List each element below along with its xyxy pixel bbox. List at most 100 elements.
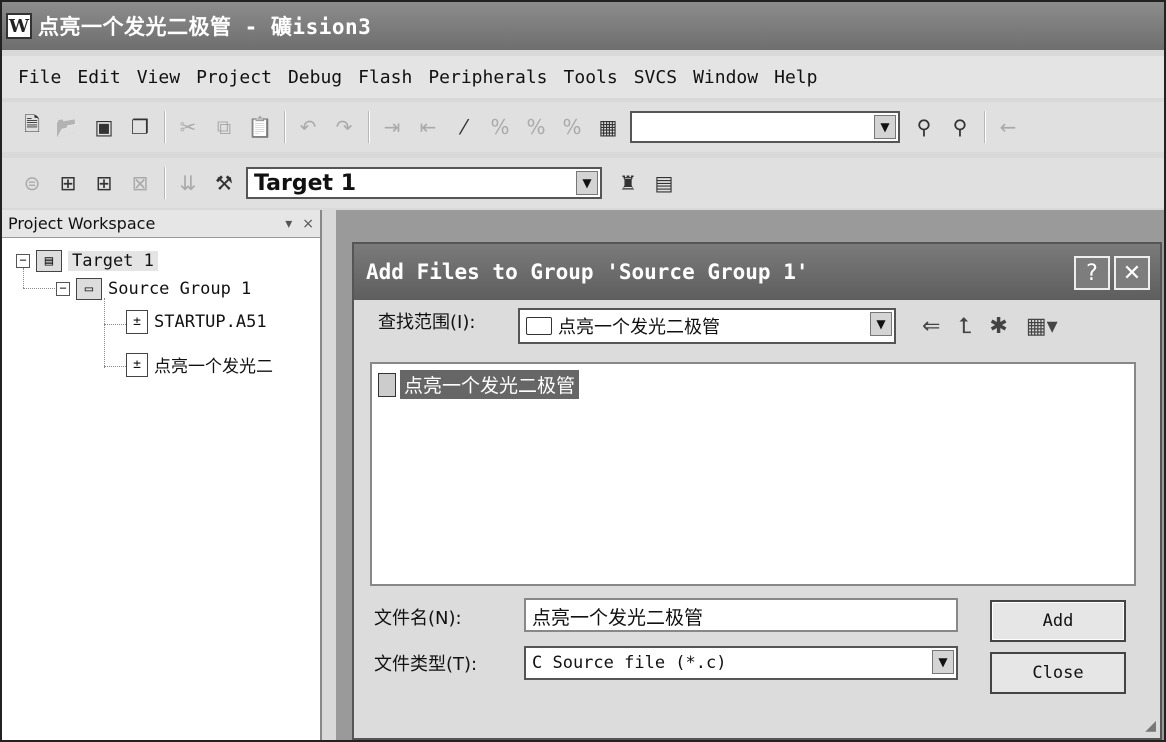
project-workspace: Project Workspace ▾ × − ▤ Target 1 − ▭ S… (2, 210, 322, 740)
build-icon[interactable]: ⊞ (54, 169, 82, 197)
pin-icon[interactable]: ▾ (285, 216, 292, 232)
collapse-icon[interactable]: − (56, 282, 70, 296)
paste-icon[interactable]: 📋 (246, 113, 274, 141)
file-icon (378, 372, 396, 397)
tree-node-file[interactable]: ± 点亮一个发光二 (126, 352, 273, 377)
tree-node-group[interactable]: − ▭ Source Group 1 (56, 278, 251, 300)
list-item[interactable]: 点亮一个发光二极管 (378, 370, 580, 399)
tree-node-file[interactable]: ± STARTUP.A51 (126, 310, 267, 334)
menu-file[interactable]: File (18, 67, 61, 88)
close-icon[interactable]: ✕ (1114, 256, 1150, 290)
options-icon[interactable]: ⚒ (210, 169, 238, 197)
tree-group-label: Source Group 1 (108, 279, 252, 299)
stop-build-icon[interactable]: ⊠ (126, 169, 154, 197)
chevron-down-icon[interactable]: ▼ (870, 312, 892, 336)
target-select[interactable]: Target 1 ▼ (246, 167, 602, 199)
file-type-value: C Source file (*.c) (532, 653, 727, 673)
new-file-icon[interactable]: 🗎 (18, 112, 46, 141)
menu-svcs[interactable]: SVCS (634, 67, 677, 88)
redo-icon[interactable]: ↷ (330, 113, 358, 141)
file-list[interactable]: 点亮一个发光二极管 (370, 362, 1136, 586)
build-toolbar: ⊜ ⊞ ⊞ ⊠ ⇊ ⚒ Target 1 ▼ ♜ ▤ (2, 158, 1164, 208)
menu-peripherals[interactable]: Peripherals (428, 67, 547, 88)
dialog-title-bar: Add Files to Group 'Source Group 1' ? ✕ (354, 244, 1160, 300)
find-icon[interactable]: ⚲ (910, 113, 938, 141)
open-icon[interactable]: 📂 (54, 113, 82, 141)
file-type-row: 文件类型(T): (374, 650, 477, 676)
toolbar-separator (284, 111, 286, 143)
help-icon[interactable]: ? (1074, 256, 1110, 290)
bookmark-icon[interactable]: ⁄ (450, 113, 478, 141)
copy-icon[interactable]: ⧉ (210, 113, 238, 141)
back-icon[interactable]: ← (994, 113, 1022, 141)
workspace-title: Project Workspace (8, 214, 156, 233)
chevron-down-icon[interactable]: ▼ (576, 171, 598, 195)
prev-bookmark-icon[interactable]: % (486, 113, 514, 141)
save-icon[interactable]: ▣ (90, 113, 118, 141)
up-folder-icon[interactable]: ⮤ (958, 314, 971, 339)
menu-edit[interactable]: Edit (77, 67, 120, 88)
file-type-select[interactable]: C Source file (*.c) ▼ (524, 646, 958, 680)
menu-tools[interactable]: Tools (564, 67, 618, 88)
menu-debug[interactable]: Debug (288, 67, 342, 88)
menu-project[interactable]: Project (196, 67, 272, 88)
list-item-label: 点亮一个发光二极管 (400, 370, 580, 399)
tree-target-label: Target 1 (68, 251, 158, 271)
next-bookmark-icon[interactable]: % (522, 113, 550, 141)
look-in-row: 查找范围(I): (378, 308, 475, 334)
target-icon: ▤ (36, 250, 62, 272)
look-in-select[interactable]: 点亮一个发光二极管 ▼ (518, 308, 896, 344)
close-icon[interactable]: × (302, 216, 314, 232)
load-icon[interactable]: ⇊ (174, 169, 202, 197)
toolbar-separator (368, 111, 370, 143)
find-combo[interactable]: ▼ (630, 111, 900, 143)
unindent-icon[interactable]: ⇤ (414, 113, 442, 141)
target-select-value: Target 1 (254, 170, 357, 196)
menu-flash[interactable]: Flash (358, 67, 412, 88)
chevron-down-icon[interactable]: ▼ (874, 115, 896, 139)
file-name-input[interactable]: 点亮一个发光二极管 (524, 598, 958, 632)
project-tree: − ▤ Target 1 − ▭ Source Group 1 ± STARTU… (2, 238, 320, 377)
file-toolbar: 🗎 📂 ▣ ❐ ✂ ⧉ 📋 ↶ ↷ ⇥ ⇤ ⁄ % % % ▦ ▼ ⚲ ⚲ ← (2, 102, 1164, 152)
toolbar-separator (984, 111, 986, 143)
dialog-title: Add Files to Group 'Source Group 1' (366, 260, 809, 284)
resize-grip-icon[interactable]: ◢ (1145, 718, 1156, 734)
dialog-nav: ⇐ ⮤ ✱ ▦▾ (922, 314, 1058, 339)
collapse-icon[interactable]: − (16, 254, 30, 268)
select-device-icon[interactable]: ▤ (650, 169, 678, 197)
folder-icon (526, 317, 552, 335)
source-file-icon: ± (126, 310, 148, 334)
chevron-down-icon[interactable]: ▼ (932, 650, 954, 674)
rebuild-icon[interactable]: ⊞ (90, 169, 118, 197)
manage-components-icon[interactable]: ♜ (614, 169, 642, 197)
workspace-header: Project Workspace ▾ × (2, 210, 320, 238)
cut-icon[interactable]: ✂ (174, 113, 202, 141)
menu-help[interactable]: Help (774, 67, 817, 88)
menu-window[interactable]: Window (693, 67, 758, 88)
close-button[interactable]: Close (990, 652, 1126, 694)
tree-file-label: STARTUP.A51 (154, 312, 267, 332)
file-name-row: 文件名(N): (374, 604, 462, 630)
new-folder-icon[interactable]: ✱ (989, 314, 1007, 339)
save-all-icon[interactable]: ❐ (126, 113, 154, 141)
toolbar-separator (164, 167, 166, 199)
source-file-icon: ± (126, 352, 148, 377)
indent-icon[interactable]: ⇥ (378, 113, 406, 141)
back-icon[interactable]: ⇐ (922, 314, 940, 339)
find-in-files-icon[interactable]: ▦ (594, 113, 622, 141)
undo-icon[interactable]: ↶ (294, 113, 322, 141)
clear-bookmarks-icon[interactable]: % (558, 113, 586, 141)
app-icon: W (6, 13, 32, 39)
title-bar: W 点亮一个发光二极管 - 礦ision3 (2, 2, 1164, 50)
translate-icon[interactable]: ⊜ (18, 169, 46, 197)
menu-bar: File Edit View Project Debug Flash Perip… (2, 56, 1164, 98)
find-next-icon[interactable]: ⚲ (946, 113, 974, 141)
file-type-label: 文件类型(T): (374, 654, 478, 675)
view-menu-icon[interactable]: ▦▾ (1026, 314, 1058, 339)
tree-file-label: 点亮一个发光二 (154, 357, 273, 377)
tree-node-target[interactable]: − ▤ Target 1 (16, 250, 158, 272)
add-button[interactable]: Add (990, 600, 1126, 642)
file-name-label: 文件名(N): (374, 608, 462, 629)
uvision-window: W 点亮一个发光二极管 - 礦ision3 File Edit View Pro… (0, 0, 1166, 742)
menu-view[interactable]: View (137, 67, 180, 88)
